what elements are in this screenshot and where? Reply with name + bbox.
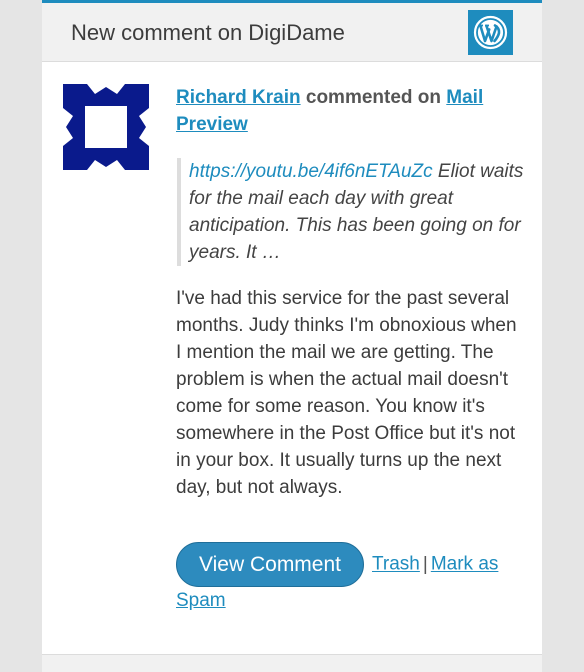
action-separator: |	[422, 553, 428, 575]
youtube-link[interactable]: https://youtu.be/4if6nETAuZc	[189, 161, 433, 182]
comment-actions: View Comment Trash | Mark as Spam	[176, 542, 526, 614]
commented-on-text: commented on	[300, 87, 447, 108]
commenter-avatar	[63, 84, 149, 170]
comment-body: I've had this service for the past sever…	[176, 288, 517, 498]
comment-heading: Richard Krain commented on Mail Preview	[176, 84, 516, 138]
email-page: New comment on DigiDame Richard Krain co…	[0, 0, 584, 672]
next-card-strip	[42, 654, 542, 672]
author-link[interactable]: Richard Krain	[176, 87, 301, 108]
trash-link[interactable]: Trash	[372, 554, 420, 575]
notification-header: New comment on DigiDame	[42, 3, 542, 62]
left-gutter	[0, 0, 42, 672]
post-excerpt-quote: https://youtu.be/4if6nETAuZc Eliot waits…	[177, 158, 531, 266]
right-gutter	[542, 0, 584, 672]
wordpress-logo-icon[interactable]	[468, 10, 513, 55]
view-comment-button[interactable]: View Comment	[176, 542, 364, 587]
header-title: New comment on DigiDame	[71, 20, 345, 45]
